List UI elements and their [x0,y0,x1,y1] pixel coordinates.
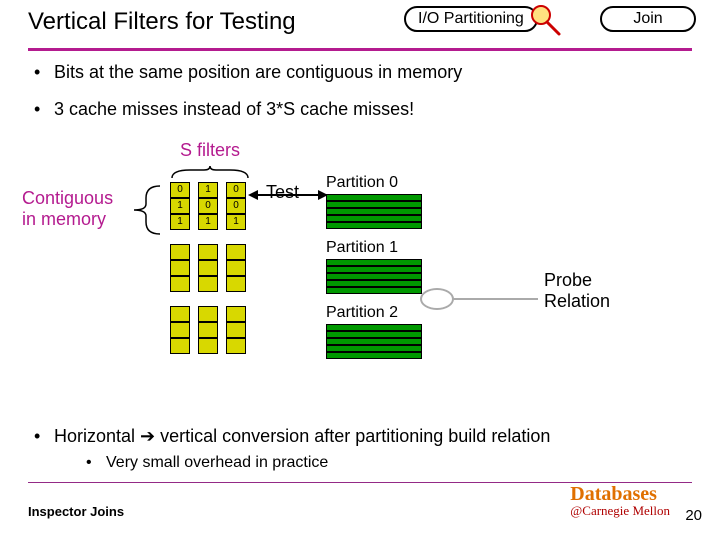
contiguous-l2: in memory [22,209,113,230]
partition-2: Partition 2 [326,304,422,359]
filter-col1-group2 [198,306,218,354]
join-button[interactable]: Join [600,6,696,32]
probe-l1: Probe [544,270,610,291]
filter-cell: 1 [170,214,190,230]
page-number: 20 [685,507,702,524]
filter-cell: 1 [170,198,190,214]
filter-cell: 0 [226,198,246,214]
filter-cell: 1 [226,214,246,230]
magnifier-icon [526,2,562,38]
partition-0: Partition 0 [326,174,422,229]
footer-databases: Databases [570,484,670,504]
brace-left-icon [132,184,162,236]
footer-cmu: @Carnegie Mellon [570,504,670,517]
contiguous-l1: Contiguous [22,188,113,209]
bullet-3-post: vertical conversion after partitioning b… [155,426,550,446]
sub-bullet: •Very small overhead in practice [86,454,328,472]
filter-cell: 1 [198,214,218,230]
partition-0-label: Partition 0 [326,174,422,192]
probe-relation-label: Probe Relation [544,270,610,311]
filter-col0-group0: 0 1 1 [170,182,190,230]
partition-1-label: Partition 1 [326,239,422,257]
bullet-3: •Horizontal ➔ vertical conversion after … [34,426,550,447]
partition-1: Partition 1 [326,239,422,294]
filter-col1-group1 [198,244,218,292]
filter-cell: 0 [198,198,218,214]
partition-2-label: Partition 2 [326,304,422,322]
contiguous-label: Contiguous in memory [22,188,113,229]
footer-left: Inspector Joins [28,504,124,519]
probe-oval-icon [420,288,454,310]
io-partitioning-button[interactable]: I/O Partitioning [404,6,538,32]
filter-col1-group0: 1 0 1 [198,182,218,230]
filter-col0-group1 [170,244,190,292]
partitions: Partition 0 Partition 1 Partition 2 [326,174,422,369]
probe-l2: Relation [544,291,610,312]
bullet-1-text: Bits at the same position are contiguous… [54,62,462,82]
s-filters-label: S filters [180,140,240,161]
filter-cell: 1 [198,182,218,198]
slide-title: Vertical Filters for Testing [28,8,296,36]
bullet-3-pre: Horizontal [54,426,140,446]
filter-col2-group2 [226,306,246,354]
probe-connector-icon [452,298,538,300]
footer-right: Databases @Carnegie Mellon [570,484,670,517]
filter-col2-group1 [226,244,246,292]
right-arrow-icon: ➔ [140,426,155,446]
sub-bullet-text: Very small overhead in practice [106,454,328,471]
filter-col0-group2 [170,306,190,354]
filter-cell: 0 [226,182,246,198]
bullet-2: •3 cache misses instead of 3*S cache mis… [34,99,462,120]
bullet-1: •Bits at the same position are contiguou… [34,62,462,83]
title-divider [28,48,692,51]
filter-col2-group0: 0 0 1 [226,182,246,230]
filter-cell: 0 [170,182,190,198]
brace-top-icon [170,166,250,180]
bullet-2-text: 3 cache misses instead of 3*S cache miss… [54,99,414,119]
test-arrow-icon [250,194,310,196]
